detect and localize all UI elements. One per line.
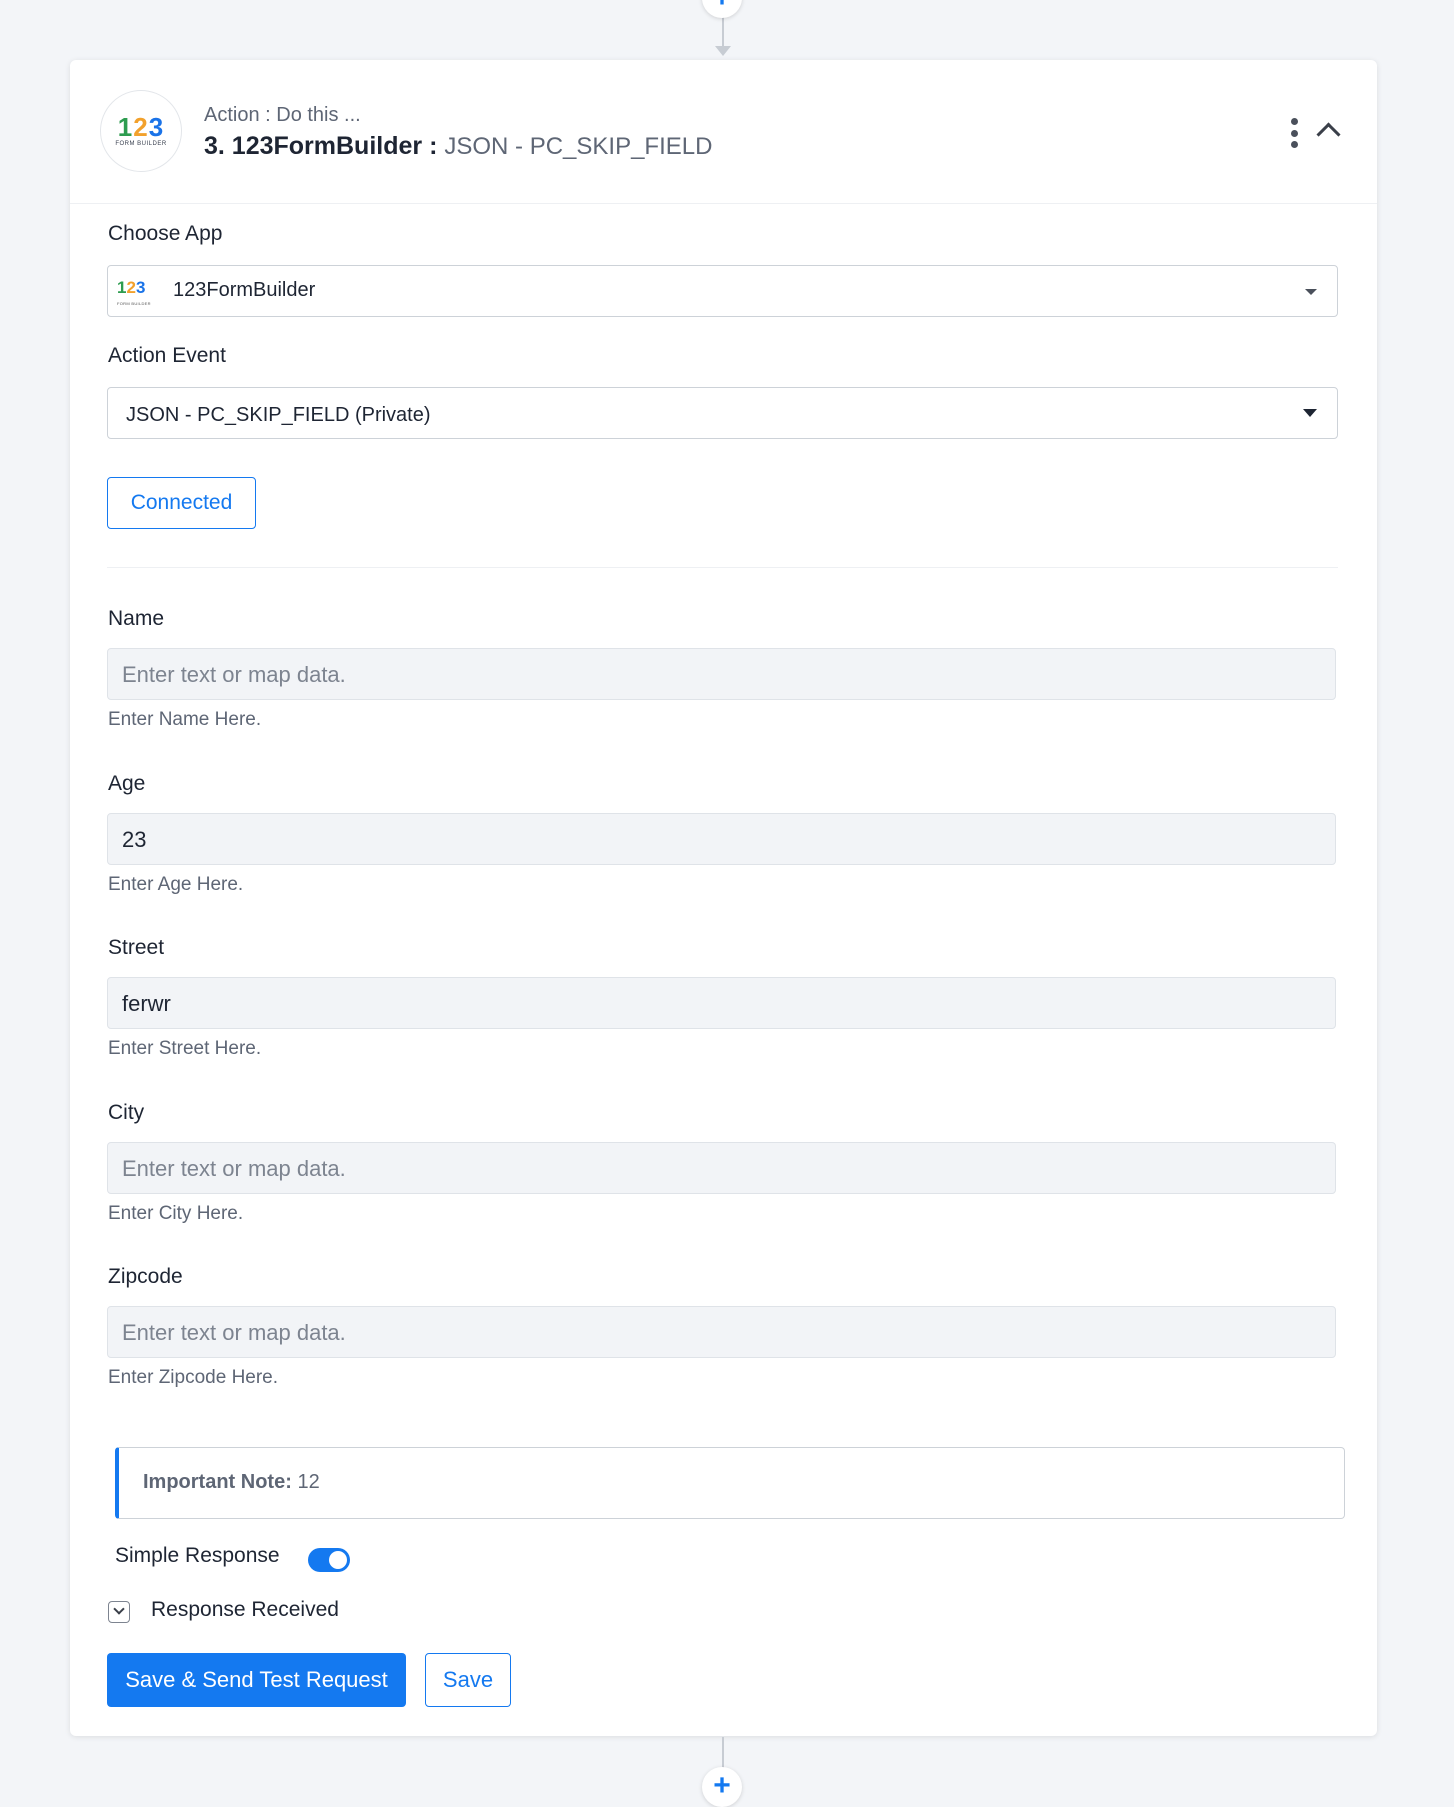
add-step-button-bottom[interactable]: + [702,1767,742,1807]
choose-app-value: 123FormBuilder [173,279,316,301]
save-and-send-test-button[interactable]: Save & Send Test Request [107,1653,406,1707]
choose-app-label: Choose App [108,222,223,245]
caret-down-icon [1303,409,1317,417]
street-value: ferwr [122,991,171,1016]
logo-digit: 3 [135,278,146,297]
app-logo: 123 FORM BUILDER [100,90,182,172]
logo-digit: 2 [126,278,136,297]
logo-digit: 3 [148,112,165,142]
logo-subtext: FORM BUILDER [115,141,167,147]
age-hint: Enter Age Here. [108,874,244,895]
simple-response-toggle[interactable] [308,1548,350,1572]
add-step-button-top[interactable]: + [702,0,742,18]
age-label: Age [108,772,146,795]
name-hint: Enter Name Here. [108,709,262,730]
zipcode-input[interactable]: Enter text or map data. [107,1306,1336,1358]
age-value: 23 [122,827,147,852]
city-hint: Enter City Here. [108,1203,244,1224]
card-header[interactable]: 123 FORM BUILDER Action : Do this ... 3.… [70,60,1377,204]
street-hint: Enter Street Here. [108,1038,262,1059]
action-step-card: 123 FORM BUILDER Action : Do this ... 3.… [70,60,1377,1736]
logo-digit: 1 [117,112,134,142]
city-placeholder: Enter text or map data. [122,1156,346,1181]
simple-response-label: Simple Response [115,1544,280,1567]
response-received-label: Response Received [151,1598,339,1621]
age-input[interactable]: 23 [107,813,1336,865]
action-event-label: Action Event [108,344,226,367]
section-divider [107,567,1338,568]
connected-button[interactable]: Connected [107,477,256,529]
name-label: Name [108,607,165,630]
response-received-toggle[interactable] [108,1601,130,1623]
action-event-select[interactable]: JSON - PC_SKIP_FIELD (Private) [107,387,1338,439]
caret-down-icon [1305,289,1317,295]
more-options-icon[interactable] [1288,118,1300,148]
step-event-name: JSON - PC_SKIP_FIELD [444,133,713,160]
important-note: Important Note: 12 [115,1447,1345,1519]
note-value: 12 [297,1471,320,1493]
note-text: Important Note: 12 [143,1471,320,1494]
app-mini-logo: 123 FORM BUILDER [117,278,151,312]
arrow-down-icon [715,46,731,56]
name-placeholder: Enter text or map data. [122,662,346,687]
chevron-up-icon[interactable] [1316,122,1341,147]
action-event-value: JSON - PC_SKIP_FIELD (Private) [126,404,431,426]
choose-app-select[interactable]: 123 FORM BUILDER 123FormBuilder [107,265,1338,317]
city-input[interactable]: Enter text or map data. [107,1142,1336,1194]
chevron-down-icon [113,1603,125,1615]
logo-digit: 2 [133,112,149,142]
city-label: City [108,1101,145,1124]
toggle-knob [329,1551,347,1569]
step-title: 3. 123FormBuilder : JSON - PC_SKIP_FIELD [204,132,712,161]
zipcode-placeholder: Enter text or map data. [122,1320,346,1345]
logo-digits: 123 [117,112,165,142]
save-button[interactable]: Save [425,1653,511,1707]
zipcode-hint: Enter Zipcode Here. [108,1367,279,1388]
step-app-name: 3. 123FormBuilder : [204,132,438,160]
logo-subtext: FORM BUILDER [117,301,151,306]
street-label: Street [108,936,165,959]
step-subtitle: Action : Do this ... [204,104,361,126]
zipcode-label: Zipcode [108,1265,183,1288]
name-input[interactable]: Enter text or map data. [107,648,1336,700]
street-input[interactable]: ferwr [107,977,1336,1029]
note-title: Important Note: [143,1471,292,1493]
